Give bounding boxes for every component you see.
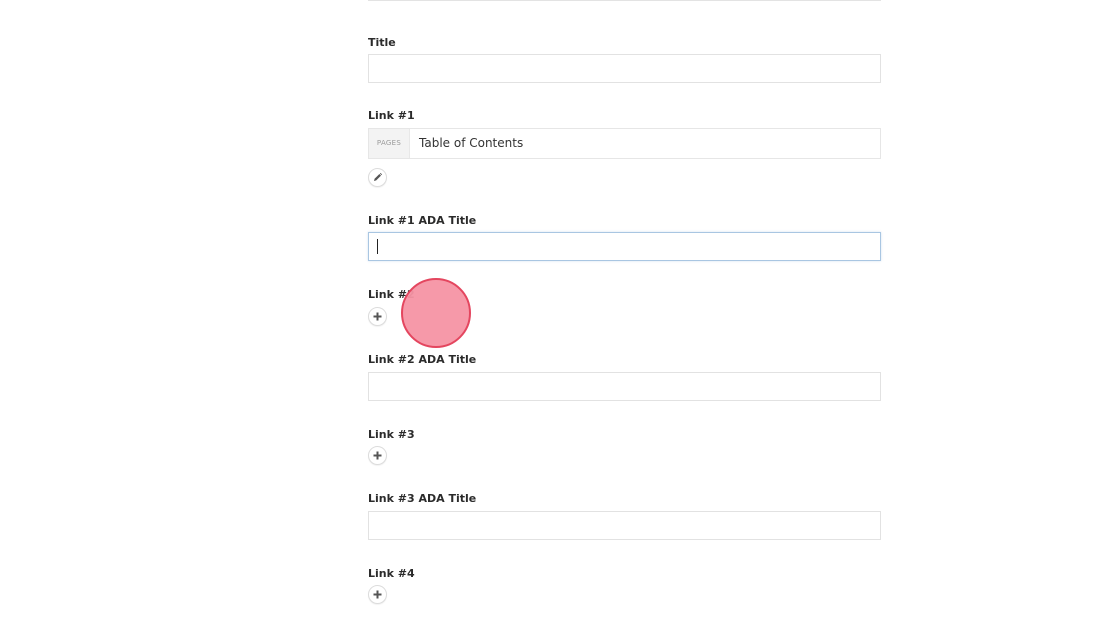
link1-value: Table of Contents [419,136,524,150]
link3-ada-title-label: Link #3 ADA Title [368,492,477,505]
text-caret [377,239,378,254]
link-form-page: Title Link #1 PAGES Table of Contents Li… [0,0,1120,626]
plus-icon [373,451,382,460]
link2-ada-title-label: Link #2 ADA Title [368,353,477,366]
link1-type-tag: PAGES [369,129,410,158]
link4-label: Link #4 [368,567,415,580]
link3-ada-title-input[interactable] [368,511,881,540]
link2-ada-title-input[interactable] [368,372,881,401]
link1-ada-title-label: Link #1 ADA Title [368,214,477,227]
link4-add-button[interactable] [368,585,387,604]
top-divider [368,0,881,1]
link2-add-button[interactable] [368,307,387,326]
link1-field[interactable]: PAGES Table of Contents [368,128,881,159]
link1-edit-button[interactable] [368,168,387,187]
link3-label: Link #3 [368,428,415,441]
click-indicator [401,278,471,348]
plus-icon [373,312,382,321]
link1-label: Link #1 [368,109,415,122]
plus-icon [373,590,382,599]
title-input[interactable] [368,54,881,83]
pencil-icon [374,172,383,181]
link1-ada-title-input[interactable] [368,232,881,261]
link3-add-button[interactable] [368,446,387,465]
title-label: Title [368,36,396,49]
